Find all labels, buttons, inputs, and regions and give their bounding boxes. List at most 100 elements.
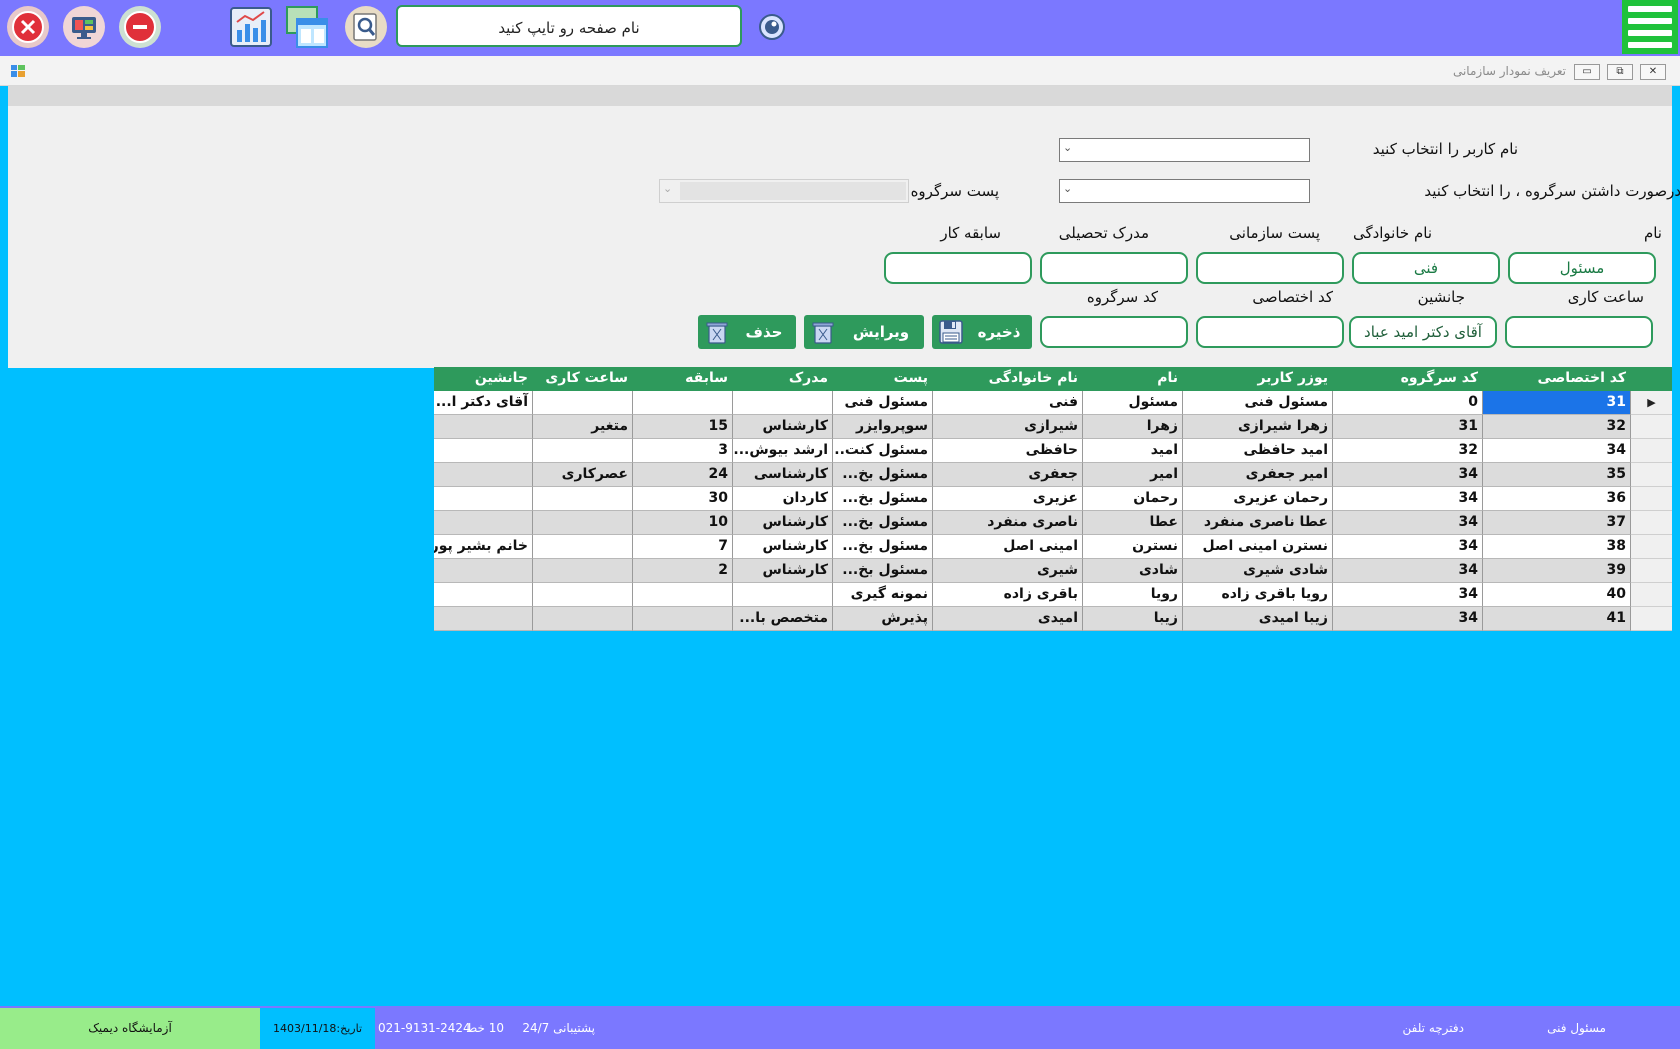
table-cell[interactable]	[533, 391, 633, 415]
table-cell[interactable]: حافظی	[933, 439, 1083, 463]
table-cell[interactable]: خانم بشیر پور	[434, 535, 533, 559]
experience-field[interactable]	[884, 252, 1032, 284]
table-cell[interactable]: 15	[633, 415, 733, 439]
table-cell[interactable]	[434, 415, 533, 439]
table-cell[interactable]	[533, 583, 633, 607]
supervisor-code-field[interactable]	[1040, 316, 1188, 348]
row-header[interactable]	[1631, 463, 1672, 487]
table-cell[interactable]: نمونه گیری	[833, 583, 933, 607]
column-header[interactable]: پست	[833, 367, 933, 391]
table-cell[interactable]: 34	[1333, 607, 1483, 631]
table-cell[interactable]	[434, 559, 533, 583]
edit-button[interactable]: ویرایش	[804, 315, 924, 349]
table-cell[interactable]: امید	[1083, 439, 1183, 463]
current-row-indicator-icon[interactable]: ▶	[1631, 391, 1672, 415]
table-cell[interactable]: کارشناس	[733, 559, 833, 583]
table-cell[interactable]	[533, 607, 633, 631]
work-hours-field[interactable]	[1505, 316, 1653, 348]
table-cell[interactable]: نسترن	[1083, 535, 1183, 559]
window-minimize-button[interactable]: ▭	[1574, 64, 1600, 80]
row-header[interactable]	[1631, 583, 1672, 607]
windows-button[interactable]	[284, 4, 330, 50]
reports-button[interactable]	[228, 4, 274, 50]
table-cell[interactable]: 34	[1333, 535, 1483, 559]
table-cell[interactable]: کارشناسی	[733, 463, 833, 487]
row-header[interactable]	[1631, 439, 1672, 463]
user-select[interactable]: ⌄	[1059, 138, 1310, 162]
table-cell[interactable]: مسئول	[1083, 391, 1183, 415]
save-button[interactable]: ذخیره	[932, 315, 1032, 349]
table-cell[interactable]: 32	[1333, 439, 1483, 463]
eye-button[interactable]	[752, 8, 792, 46]
table-cell[interactable]: مسئول کنت...	[833, 439, 933, 463]
table-cell[interactable]: عزیری	[933, 487, 1083, 511]
substitute-field[interactable]: آقای دکتر امید عباد	[1349, 316, 1497, 348]
table-cell[interactable]	[434, 583, 533, 607]
table-cell[interactable]	[633, 391, 733, 415]
row-header[interactable]	[1631, 607, 1672, 631]
table-cell[interactable]: عطا	[1083, 511, 1183, 535]
row-header[interactable]	[1631, 487, 1672, 511]
table-cell[interactable]: زیبا امیدی	[1183, 607, 1333, 631]
table-cell[interactable]: 38	[1483, 535, 1631, 559]
table-cell[interactable]: شیرازی	[933, 415, 1083, 439]
table-cell[interactable]	[633, 583, 733, 607]
table-cell[interactable]: 40	[1483, 583, 1631, 607]
table-cell[interactable]: جعفری	[933, 463, 1083, 487]
table-cell[interactable]: عصرکاری	[533, 463, 633, 487]
table-cell[interactable]	[633, 607, 733, 631]
column-header[interactable]: کد سرگروه	[1333, 367, 1483, 391]
column-header[interactable]: کد اختصاصی	[1483, 367, 1631, 391]
close-app-button[interactable]	[7, 6, 49, 48]
column-header[interactable]: سابقه	[633, 367, 733, 391]
table-cell[interactable]: 31	[1333, 415, 1483, 439]
table-cell[interactable]: رویا	[1083, 583, 1183, 607]
table-cell[interactable]: 37	[1483, 511, 1631, 535]
window-restore-button[interactable]: ⧉	[1607, 64, 1633, 80]
row-header[interactable]	[1631, 559, 1672, 583]
search-button[interactable]	[345, 6, 387, 48]
table-row[interactable]: 35 34 امیر جعفری امیر جعفری مسئول بخ... کارشنا…	[434, 463, 1672, 487]
table-cell[interactable]: 0	[1333, 391, 1483, 415]
table-cell[interactable]	[434, 607, 533, 631]
table-cell[interactable]: ارشد بیوش...	[733, 439, 833, 463]
table-cell[interactable]: امیدی	[933, 607, 1083, 631]
table-cell[interactable]	[733, 583, 833, 607]
supervisor-select[interactable]: ⌄	[1059, 179, 1310, 203]
table-cell[interactable]: متخصص با...	[733, 607, 833, 631]
table-cell[interactable]: امینی اصل	[933, 535, 1083, 559]
table-cell[interactable]: رویا باقری زاده	[1183, 583, 1333, 607]
table-cell[interactable]: متغیر	[533, 415, 633, 439]
table-cell[interactable]: 30	[633, 487, 733, 511]
table-cell[interactable]: مسئول بخ...	[833, 511, 933, 535]
table-cell[interactable]: شیری	[933, 559, 1083, 583]
table-cell[interactable]: 31	[1483, 391, 1631, 415]
table-cell[interactable]: عطا ناصری منفرد	[1183, 511, 1333, 535]
row-header[interactable]	[1631, 535, 1672, 559]
table-row[interactable]: 36 34 رحمان عزیری رحمان عزیری مسئول بخ... کارد…	[434, 487, 1672, 511]
table-cell[interactable]: کارشناس	[733, 511, 833, 535]
table-cell[interactable]: 34	[1333, 559, 1483, 583]
table-cell[interactable]: کارشناس	[733, 535, 833, 559]
supervisor-post-select[interactable]: ⌄	[659, 179, 909, 203]
table-row[interactable]: 39 34 شادی شیری شادی شیری مسئول بخ... کارشناس 2	[434, 559, 1672, 583]
table-row[interactable]: ▶ 31 0 مسئول فنی مسئول فنی مسئول فنی آقای دکتر …	[434, 391, 1672, 415]
table-cell[interactable]: 24	[633, 463, 733, 487]
table-cell[interactable]: سوپروایزر	[833, 415, 933, 439]
table-cell[interactable]	[733, 391, 833, 415]
table-cell[interactable]: مسئول بخ...	[833, 559, 933, 583]
table-cell[interactable]: 34	[1333, 511, 1483, 535]
table-cell[interactable]: زهرا	[1083, 415, 1183, 439]
table-cell[interactable]: مسئول بخ...	[833, 463, 933, 487]
table-cell[interactable]	[434, 463, 533, 487]
table-cell[interactable]: مسئول فنی	[1183, 391, 1333, 415]
column-header[interactable]: جانشین	[434, 367, 533, 391]
table-cell[interactable]: زیبا	[1083, 607, 1183, 631]
table-cell[interactable]: 34	[1333, 583, 1483, 607]
row-header[interactable]	[1631, 415, 1672, 439]
table-cell[interactable]: فنی	[933, 391, 1083, 415]
table-cell[interactable]: ناصری منفرد	[933, 511, 1083, 535]
page-search-input[interactable]: نام صفحه رو تایپ کنید	[396, 5, 742, 47]
first-name-field[interactable]: مسئول	[1508, 252, 1656, 284]
table-cell[interactable]: آقای دکتر ا...	[434, 391, 533, 415]
